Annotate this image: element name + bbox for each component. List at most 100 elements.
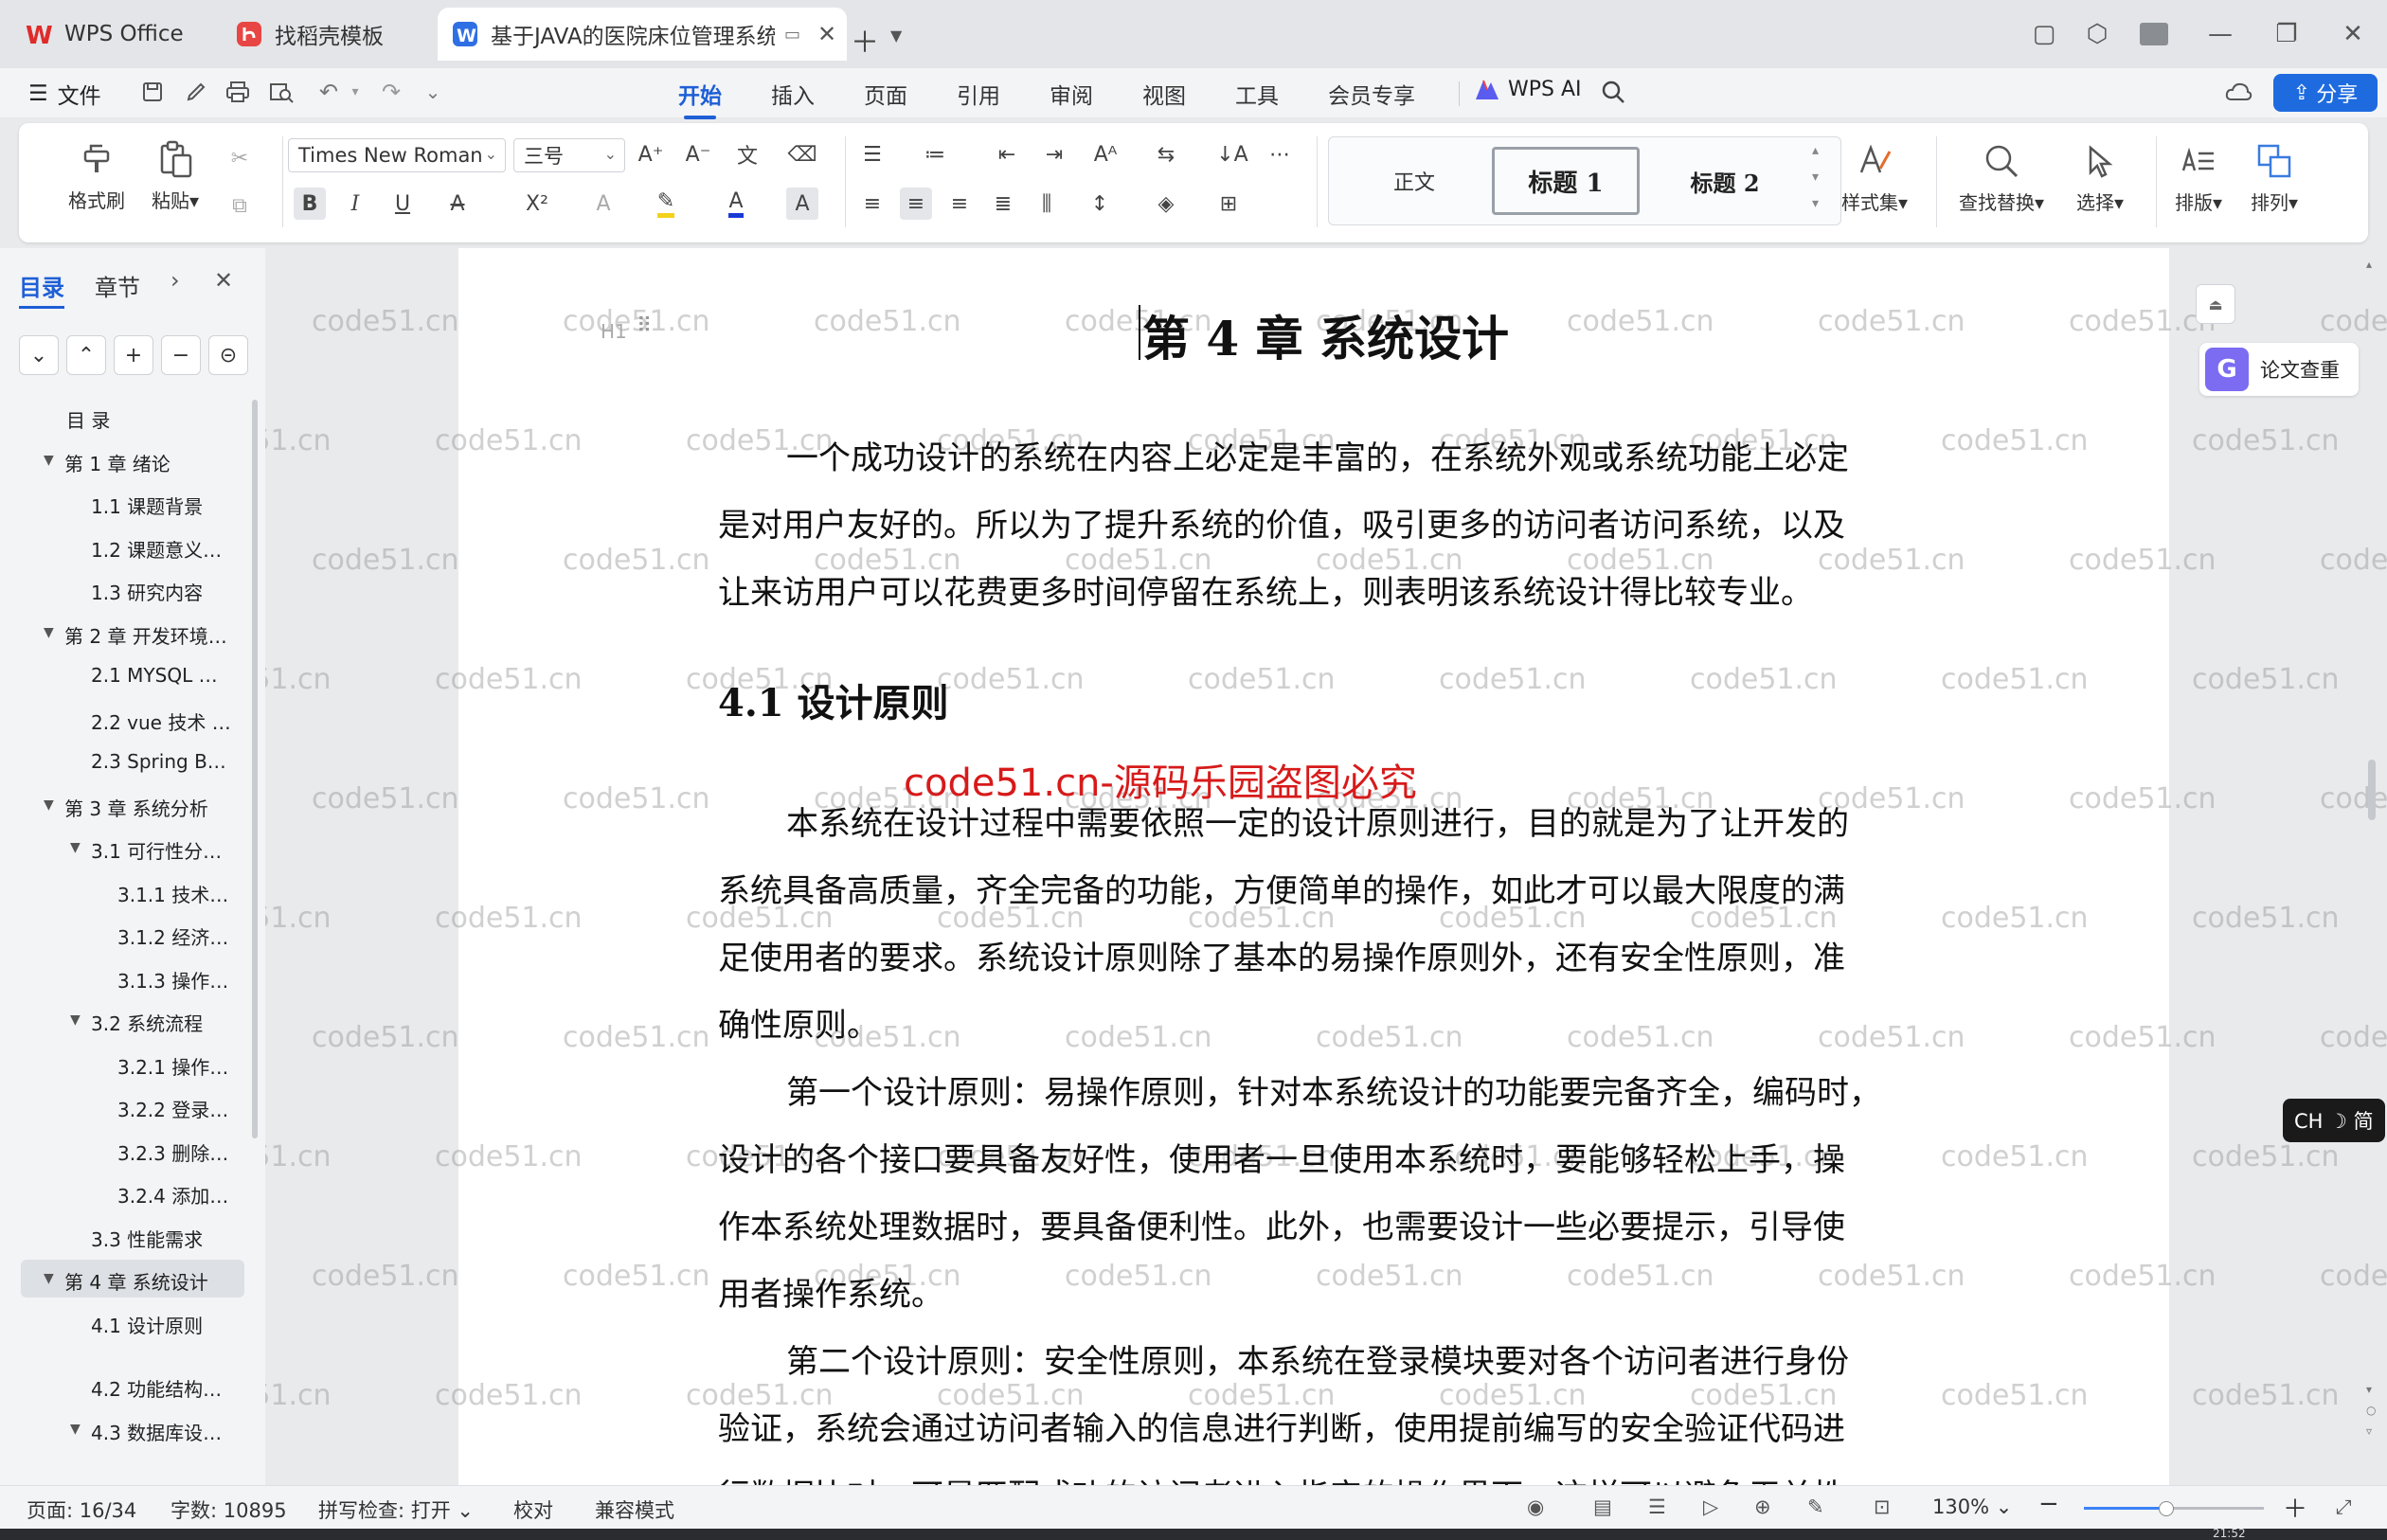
- pen-icon[interactable]: [180, 76, 212, 108]
- expand-down-icon[interactable]: ⌄: [19, 335, 59, 375]
- fullscreen-icon[interactable]: ⤢: [2336, 1495, 2352, 1519]
- change-case-icon[interactable]: Aᴬ: [1089, 138, 1122, 170]
- char-shading-icon[interactable]: A: [786, 188, 818, 220]
- toc-item[interactable]: 1.2 课题意义…: [91, 535, 222, 563]
- style-set-button[interactable]: 样式集▾: [1841, 140, 1908, 215]
- toc-item[interactable]: 3.2.1 操作…: [117, 1052, 228, 1080]
- search-icon[interactable]: [1597, 76, 1629, 108]
- toc-item[interactable]: ▼ 第 3 章 系统分析: [44, 794, 208, 821]
- menu-home[interactable]: 开始: [678, 78, 722, 119]
- drag-handle-icon[interactable]: ⠿: [637, 314, 652, 338]
- expand-triangle-icon[interactable]: ▼: [44, 625, 54, 640]
- highlight-icon[interactable]: ✎: [650, 188, 682, 220]
- toc-item[interactable]: 1.1 课题背景: [91, 492, 203, 519]
- eye-protection-icon[interactable]: ◉: [1527, 1495, 1544, 1518]
- close-tab-icon[interactable]: ✕: [817, 21, 836, 47]
- zoom-out-icon[interactable]: −: [2038, 1490, 2059, 1518]
- word-count[interactable]: 字数: 10895: [170, 1495, 287, 1524]
- underline-icon[interactable]: U: [386, 188, 419, 220]
- style-heading-1[interactable]: 标题 1: [1492, 147, 1640, 215]
- redo-icon[interactable]: ↷: [375, 76, 407, 108]
- fit-page-icon[interactable]: ⊡: [1874, 1495, 1891, 1518]
- wps-ai-button[interactable]: WPS AI: [1474, 78, 1582, 101]
- chevron-right-icon[interactable]: ›: [170, 267, 180, 294]
- expand-triangle-icon[interactable]: ▼: [44, 797, 54, 813]
- distributed-align-icon[interactable]: ⫼: [1031, 188, 1063, 220]
- toc-item[interactable]: ▼ 3.2 系统流程: [70, 1009, 203, 1036]
- tab-docer-templates[interactable]: 找稻壳模板: [220, 8, 445, 61]
- toc-item[interactable]: 4.2 功能结构…: [91, 1374, 222, 1402]
- collapse-panel-icon[interactable]: ⏏: [2196, 284, 2235, 324]
- style-heading-2[interactable]: 标题 2: [1651, 147, 1799, 215]
- print-preview-icon[interactable]: [265, 76, 297, 108]
- share-button[interactable]: ⇪ 分享: [2273, 74, 2378, 112]
- proofread-button[interactable]: 校对: [513, 1495, 553, 1524]
- strikethrough-icon[interactable]: A: [441, 188, 474, 220]
- nav-tab-toc[interactable]: 目录: [19, 269, 64, 309]
- chevron-down-icon[interactable]: ▾: [1812, 170, 1819, 185]
- minimize-icon[interactable]: —: [2203, 17, 2237, 51]
- toc-item[interactable]: 2.3 Spring B…: [91, 750, 226, 773]
- expand-triangle-icon[interactable]: ▼: [70, 1422, 81, 1437]
- zoom-in-icon[interactable]: ＋: [2283, 1490, 2307, 1525]
- toc-item[interactable]: 3.2.3 删除…: [117, 1138, 228, 1166]
- align-left-icon[interactable]: ≡: [856, 188, 888, 220]
- find-replace-button[interactable]: 查找替换▾: [1959, 140, 2044, 215]
- toc-item[interactable]: 3.1.1 技术…: [117, 880, 228, 907]
- italic-icon[interactable]: I: [339, 188, 371, 220]
- menu-references[interactable]: 引用: [957, 78, 1000, 110]
- tab-wps-office[interactable]: W WPS Office: [9, 8, 231, 61]
- line-spacing-icon[interactable]: ↕: [1084, 188, 1116, 220]
- menu-tools[interactable]: 工具: [1235, 78, 1279, 110]
- shrink-font-icon[interactable]: A⁻: [682, 138, 714, 170]
- toc-item[interactable]: ▼ 3.1 可行性分…: [70, 836, 222, 864]
- toc-item[interactable]: 3.2.4 添加…: [117, 1181, 228, 1209]
- text-direction-icon[interactable]: ⇆: [1150, 138, 1182, 170]
- layout-button[interactable]: 排版▾: [2175, 140, 2222, 215]
- bold-icon[interactable]: B: [294, 188, 326, 220]
- new-tab-button[interactable]: ＋: [851, 19, 879, 61]
- chevron-down-icon[interactable]: ▼: [890, 27, 902, 45]
- superscript-icon[interactable]: X²: [521, 188, 553, 220]
- outline-view-icon[interactable]: ☰: [1648, 1495, 1666, 1518]
- paste-button[interactable]: 粘贴▾: [152, 138, 199, 213]
- avatar[interactable]: [2137, 17, 2171, 51]
- heading-marker[interactable]: H1: [601, 320, 627, 343]
- tab-current-document[interactable]: W 基于JAVA的医院床位管理系统 ▭ ✕: [438, 8, 847, 61]
- align-center-icon[interactable]: ≡: [900, 188, 932, 220]
- decrease-indent-icon[interactable]: ⇤: [991, 138, 1023, 170]
- menu-insert[interactable]: 插入: [771, 78, 815, 110]
- chevron-down-icon[interactable]: ⌄: [417, 76, 449, 108]
- numbered-list-icon[interactable]: ≔: [919, 138, 951, 170]
- document-page[interactable]: code51.cn code51.cn code51.cn code51.cn code…: [265, 248, 2387, 1485]
- grow-font-icon[interactable]: A⁺: [635, 138, 667, 170]
- toc-item[interactable]: 3.3 性能需求: [91, 1225, 203, 1252]
- increase-indent-icon[interactable]: ⇥: [1038, 138, 1070, 170]
- spellcheck-toggle[interactable]: 拼写检查: 打开 ⌄: [318, 1495, 474, 1524]
- justify-icon[interactable]: ≣: [987, 188, 1019, 220]
- phonetic-guide-icon[interactable]: 文: [731, 138, 763, 170]
- bullet-list-icon[interactable]: ☰: [856, 138, 888, 170]
- copy-icon[interactable]: ⧉: [224, 189, 256, 222]
- toc-item[interactable]: 2.2 vue 技术 …: [91, 707, 231, 735]
- menu-member[interactable]: 会员专享: [1328, 78, 1415, 110]
- zoom-level[interactable]: 130% ⌄: [1932, 1495, 2012, 1518]
- add-heading-icon[interactable]: +: [114, 335, 153, 375]
- toc-item[interactable]: 2.1 MYSQL …: [91, 664, 218, 687]
- menu-review[interactable]: 审阅: [1050, 78, 1093, 110]
- play-icon[interactable]: ▷: [1703, 1495, 1718, 1518]
- chevron-up-icon[interactable]: ▴: [1812, 143, 1819, 158]
- restore-icon[interactable]: ❐: [2270, 17, 2304, 51]
- toc-item[interactable]: 目 录: [66, 405, 110, 433]
- cloud-icon[interactable]: [2222, 76, 2254, 108]
- arrange-button[interactable]: 排列▾: [2251, 140, 2298, 215]
- toc-item[interactable]: 3.1.3 操作…: [117, 966, 228, 994]
- scroll-up-icon[interactable]: ▴: [2366, 258, 2372, 271]
- plagiarism-check-button[interactable]: G 论文查重: [2199, 343, 2359, 396]
- print-icon[interactable]: [222, 76, 254, 108]
- save-icon[interactable]: [136, 76, 169, 108]
- font-size-select[interactable]: 三号 ⌄: [513, 138, 625, 172]
- align-right-icon[interactable]: ≡: [943, 188, 976, 220]
- toc-item[interactable]: ▼ 第 4 章 系统设计: [44, 1267, 208, 1295]
- select-button[interactable]: 选择▾: [2076, 140, 2124, 215]
